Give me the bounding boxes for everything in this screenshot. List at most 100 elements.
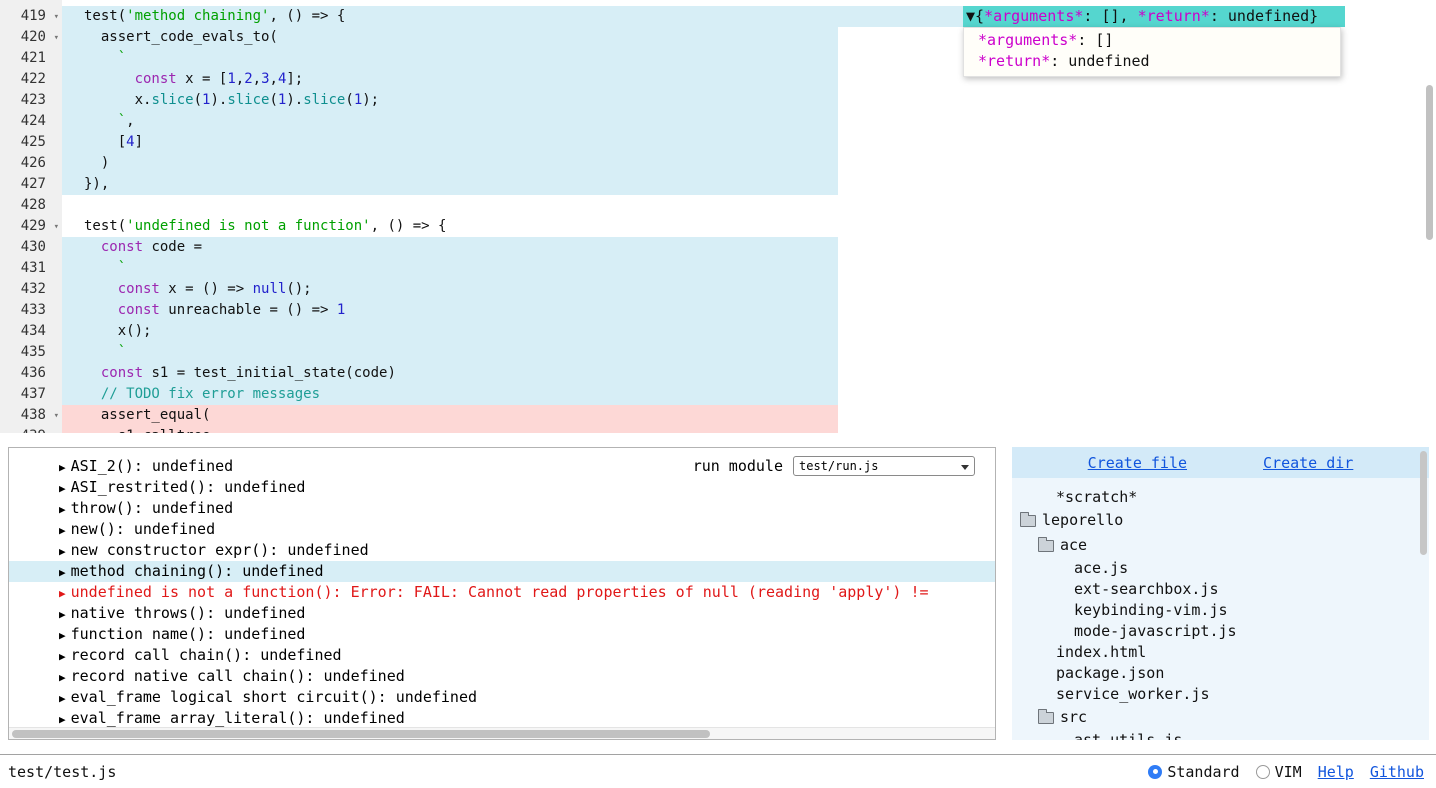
- editor-vertical-scrollbar[interactable]: [1425, 0, 1434, 433]
- code-token: }),: [84, 176, 109, 192]
- expand-triangle-icon[interactable]: ▶: [59, 524, 66, 537]
- create-dir-link[interactable]: Create dir: [1263, 454, 1353, 472]
- code-line[interactable]: [4]: [62, 132, 1436, 153]
- code-token: `: [84, 50, 126, 66]
- file-tree-folder[interactable]: ace: [1012, 533, 1429, 558]
- expand-triangle-icon[interactable]: ▶: [59, 692, 66, 705]
- keybinding-vim-option[interactable]: VIM: [1256, 763, 1302, 781]
- expand-triangle-icon[interactable]: ▶: [59, 671, 66, 684]
- test-result-row[interactable]: ▶ native throws(): undefined: [9, 603, 995, 624]
- fold-widget-icon[interactable]: ▾: [54, 217, 59, 238]
- radio-selected-icon[interactable]: [1148, 765, 1162, 779]
- test-result-row[interactable]: ▶new(): undefined: [9, 519, 995, 540]
- expand-triangle-icon[interactable]: ▶: [59, 482, 66, 495]
- line-number-text: 432: [21, 281, 46, 297]
- code-line[interactable]: assert_equal(: [62, 405, 1436, 426]
- file-tree-scrollbar[interactable]: [1420, 451, 1427, 736]
- test-result-row[interactable]: ▶eval_frame logical short circuit(): und…: [9, 687, 995, 708]
- test-result-text: record call chain(): undefined: [71, 646, 342, 664]
- expand-triangle-icon[interactable]: ▶: [59, 587, 66, 600]
- github-link[interactable]: Github: [1370, 763, 1424, 781]
- file-tree-scrollbar-thumb[interactable]: [1420, 451, 1427, 555]
- file-tree-file[interactable]: ast_utils.js: [1012, 730, 1429, 740]
- expand-triangle-icon[interactable]: ▶: [59, 629, 66, 642]
- status-bar: test/test.js Standard VIM Help Github: [0, 754, 1436, 788]
- expand-triangle-icon[interactable]: ▶: [59, 713, 66, 726]
- test-result-row[interactable]: ▶ASI_restrited(): undefined: [9, 477, 995, 498]
- file-name: mode-javascript.js: [1074, 621, 1237, 642]
- line-number: 424: [0, 111, 62, 132]
- results-scrollbar-thumb[interactable]: [12, 730, 710, 738]
- code-line[interactable]: const unreachable = () => 1: [62, 300, 1436, 321]
- create-file-link[interactable]: Create file: [1088, 454, 1187, 472]
- code-token: x.: [84, 92, 151, 108]
- code-line[interactable]: `: [62, 342, 1436, 363]
- expand-triangle-icon[interactable]: ▶: [59, 608, 66, 621]
- code-line[interactable]: const s1 = test_initial_state(code): [62, 363, 1436, 384]
- code-line[interactable]: s1.calltree: [62, 426, 1436, 433]
- file-tree-file[interactable]: mode-javascript.js: [1012, 621, 1429, 642]
- file-tree-file[interactable]: ext-searchbox.js: [1012, 579, 1429, 600]
- code-line[interactable]: `: [62, 258, 1436, 279]
- code-token: *return*: [1138, 7, 1210, 25]
- line-number: 430: [0, 237, 62, 258]
- file-name: service_worker.js: [1056, 684, 1210, 705]
- code-token: s1.calltree: [84, 428, 210, 433]
- fold-widget-icon[interactable]: ▾: [54, 406, 59, 427]
- test-result-row[interactable]: ▶eval_frame array_literal(): undefined: [9, 708, 995, 729]
- code-line[interactable]: [62, 195, 1436, 216]
- code-token: ,: [253, 71, 261, 87]
- results-horizontal-scrollbar[interactable]: [9, 727, 995, 739]
- expand-triangle-icon[interactable]: ▶: [59, 650, 66, 663]
- code-line[interactable]: }),: [62, 174, 1436, 195]
- test-result-row[interactable]: ▶method chaining(): undefined: [9, 561, 995, 582]
- value-explorer-row[interactable]: *return*: undefined: [964, 51, 1340, 72]
- code-line[interactable]: `,: [62, 111, 1436, 132]
- test-result-row[interactable]: ▶new constructor expr(): undefined: [9, 540, 995, 561]
- fold-widget-icon[interactable]: ▾: [54, 28, 59, 49]
- test-result-row[interactable]: ▶record native call chain(): undefined: [9, 666, 995, 687]
- file-tree-file[interactable]: package.json: [1012, 663, 1429, 684]
- code-line[interactable]: x.slice(1).slice(1).slice(1);: [62, 90, 1436, 111]
- value-explorer-header[interactable]: ▼{*arguments*: [], *return*: undefined}: [963, 6, 1345, 27]
- line-number: 438▾: [0, 405, 62, 426]
- code-line[interactable]: ): [62, 153, 1436, 174]
- code-line[interactable]: const x = () => null();: [62, 279, 1436, 300]
- fold-widget-icon[interactable]: ▾: [54, 7, 59, 28]
- help-link[interactable]: Help: [1318, 763, 1354, 781]
- folder-icon: [1020, 515, 1036, 527]
- run-module-select[interactable]: test/run.js: [793, 456, 975, 476]
- file-tree-file[interactable]: keybinding-vim.js: [1012, 600, 1429, 621]
- file-tree-file[interactable]: index.html: [1012, 642, 1429, 663]
- value-explorer-row[interactable]: *arguments*: []: [964, 30, 1340, 51]
- code-line[interactable]: // TODO fix error messages: [62, 384, 1436, 405]
- file-tree-file[interactable]: service_worker.js: [1012, 684, 1429, 705]
- code-line[interactable]: x();: [62, 321, 1436, 342]
- test-results-panel: run module test/run.js ▶ASI_2(): undefin…: [8, 447, 996, 740]
- code-token: assert_equal(: [84, 407, 210, 423]
- expand-triangle-icon[interactable]: ▶: [59, 503, 66, 516]
- editor-scrollbar-thumb[interactable]: [1426, 85, 1433, 240]
- code-line[interactable]: test('undefined is not a function', () =…: [62, 216, 1436, 237]
- expand-triangle-icon[interactable]: ▶: [59, 461, 66, 474]
- file-name: src: [1060, 707, 1087, 728]
- radio-unselected-icon[interactable]: [1256, 765, 1270, 779]
- test-result-row[interactable]: ▶function name(): undefined: [9, 624, 995, 645]
- file-tree-file[interactable]: ace.js: [1012, 558, 1429, 579]
- file-tree-folder[interactable]: src: [1012, 705, 1429, 730]
- test-result-text: native throws(): undefined: [71, 604, 306, 622]
- code-line[interactable]: const code =: [62, 237, 1436, 258]
- file-name: ace: [1060, 535, 1087, 556]
- line-number-text: 431: [21, 260, 46, 276]
- test-result-row[interactable]: ▶throw(): undefined: [9, 498, 995, 519]
- code-token: [: [84, 134, 126, 150]
- keybinding-standard-option[interactable]: Standard: [1148, 763, 1239, 781]
- code-token: [84, 386, 101, 402]
- test-result-row[interactable]: ▶undefined is not a function(): Error: F…: [9, 582, 995, 603]
- expand-triangle-icon[interactable]: ▶: [59, 566, 66, 579]
- line-number-text: 425: [21, 134, 46, 150]
- test-result-row[interactable]: ▶ record call chain(): undefined: [9, 645, 995, 666]
- expand-triangle-icon[interactable]: ▶: [59, 545, 66, 558]
- file-tree-file[interactable]: *scratch*: [1012, 487, 1429, 508]
- file-tree-folder[interactable]: leporello: [1012, 508, 1429, 533]
